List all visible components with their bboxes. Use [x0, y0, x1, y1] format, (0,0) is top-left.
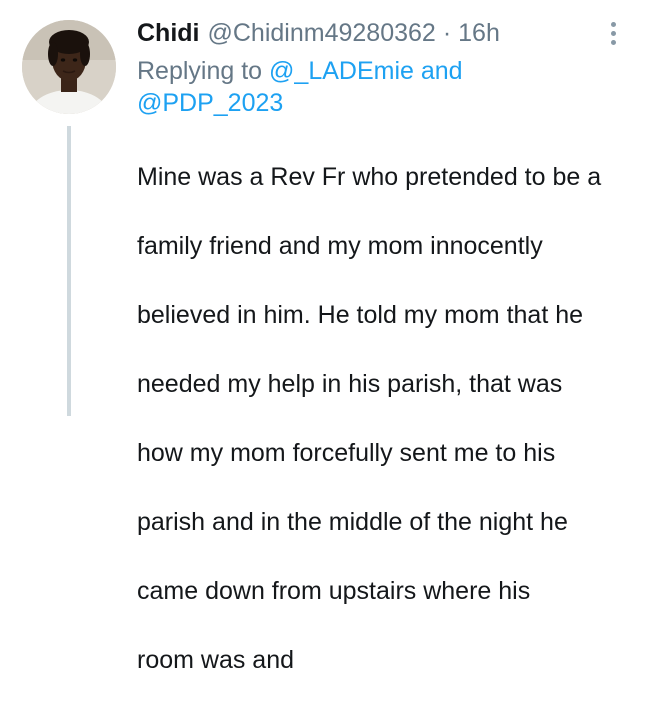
avatar-photo: [22, 20, 116, 114]
tweet-header: Chidi @Chidinm49280362 · 16h: [137, 16, 637, 50]
tweet-text-line: Mine was a Rev Fr who pretended to be a: [137, 162, 602, 191]
replying-to: Replying to @_LADEmie and @PDP_2023: [137, 55, 497, 119]
tweet-text-line: how my mom forcefully sent me to his: [137, 438, 556, 467]
tweet-text-line: believed in him. He told my mom that he: [137, 300, 584, 329]
display-name[interactable]: Chidi: [137, 16, 200, 50]
more-dot: [610, 22, 616, 27]
tweet-text-line: room was and: [137, 645, 295, 674]
more-vertical-icon[interactable]: [609, 22, 617, 50]
replying-prefix: Replying to: [137, 57, 263, 85]
user-handle[interactable]: @Chidinm49280362: [208, 16, 436, 50]
mention-link[interactable]: @_LADEmie: [269, 57, 414, 85]
tweet-text: Mine was a Rev Fr who pretended to be a …: [137, 125, 637, 712]
header-separator: ·: [442, 19, 452, 47]
tweet-text-line: needed my help in his parish, that was: [137, 369, 563, 398]
avatar[interactable]: [22, 20, 116, 114]
mention-link[interactable]: @PDP_2023: [137, 89, 283, 117]
replying-and[interactable]: and: [421, 57, 463, 85]
tweet[interactable]: Chidi @Chidinm49280362 · 16h Replying to…: [0, 0, 649, 674]
thread-line: [67, 126, 71, 416]
more-dot: [610, 40, 616, 45]
tweet-text-line: family friend and my mom innocently: [137, 231, 543, 260]
more-dot: [610, 31, 616, 36]
tweet-text-line: came down from upstairs where his: [137, 576, 531, 605]
tweet-text-line: parish and in the middle of the night he: [137, 507, 568, 536]
tweet-content: Chidi @Chidinm49280362 · 16h Replying to…: [137, 16, 637, 712]
timestamp[interactable]: 16h: [458, 16, 500, 50]
